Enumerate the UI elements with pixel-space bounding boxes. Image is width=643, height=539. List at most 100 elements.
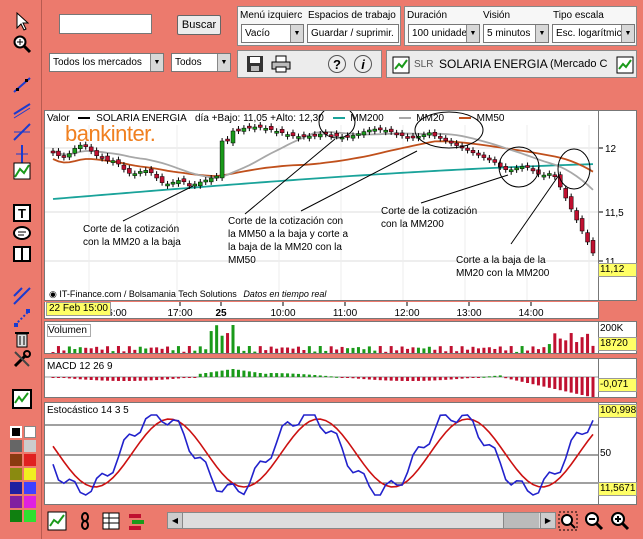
table-icon[interactable] <box>100 510 122 532</box>
markets-select[interactable]: Todos los mercados ▼ <box>49 53 164 72</box>
candle <box>132 173 138 176</box>
macd-bar <box>133 377 137 381</box>
stochastic-panel[interactable]: Estocástico 14 3 5 <box>44 402 599 505</box>
print-icon[interactable] <box>270 53 292 75</box>
scroll-left-button[interactable]: ◀ <box>168 513 183 528</box>
draw-line-tool-icon[interactable] <box>11 285 33 307</box>
zoom-tool-icon[interactable] <box>11 33 33 55</box>
volume-bar <box>493 348 497 353</box>
chevron-down-icon[interactable]: ▼ <box>290 25 303 42</box>
fibonacci-tool-icon[interactable] <box>11 160 33 182</box>
zoom-in-icon[interactable] <box>609 510 631 532</box>
zoom-out-icon[interactable] <box>583 510 605 532</box>
scale-select[interactable]: Esc. logarítmica ▼ <box>552 24 635 43</box>
color-swatch-yellow[interactable] <box>24 468 36 480</box>
mm200-line <box>52 163 594 200</box>
comment-tool-icon[interactable] <box>11 223 33 245</box>
candle <box>552 174 558 178</box>
color-swatch-gray[interactable] <box>10 440 22 452</box>
link-icon[interactable] <box>74 510 96 532</box>
candle <box>530 168 536 172</box>
horizontal-scrollbar[interactable]: ◀ ▶ <box>167 512 556 529</box>
color-swatch-red[interactable] <box>24 454 36 466</box>
color-swatch-green[interactable] <box>10 510 22 522</box>
candle <box>214 175 219 179</box>
volume-bar <box>471 346 475 353</box>
color-swatch-navy[interactable] <box>10 482 22 494</box>
candle <box>263 128 268 131</box>
stochastic-axis-label: 50 <box>600 448 612 459</box>
chevron-down-icon[interactable]: ▼ <box>217 54 230 71</box>
volume-bar <box>198 346 202 353</box>
color-swatch-blue[interactable] <box>24 482 36 494</box>
chevron-down-icon[interactable]: ▼ <box>150 54 163 71</box>
search-input[interactable] <box>59 14 152 34</box>
save-icon[interactable] <box>244 53 266 75</box>
volume-bar <box>526 350 530 353</box>
color-swatch-lightgray[interactable] <box>24 440 36 452</box>
vision-select[interactable]: 5 minutos ▼ <box>483 24 549 43</box>
volume-bar <box>569 333 573 353</box>
scroll-thumb[interactable] <box>503 513 539 528</box>
volume-bar <box>444 351 448 353</box>
fan-lines-tool-icon[interactable] <box>11 121 33 143</box>
candle <box>143 170 148 173</box>
trendline-tool-icon[interactable] <box>11 74 33 96</box>
chart-settings-icon[interactable] <box>46 510 68 532</box>
candle <box>476 152 481 156</box>
types-select[interactable]: Todos ▼ <box>171 53 231 72</box>
color-swatch-white[interactable] <box>24 426 36 438</box>
macd-panel[interactable]: MACD 12 26 9 <box>44 358 599 398</box>
info-icon[interactable]: i <box>352 53 374 75</box>
workspaces-select-value: Guardar / suprimir. <box>311 28 394 39</box>
parallel-lines-tool-icon[interactable] <box>11 98 33 120</box>
chevron-down-icon[interactable]: ▼ <box>535 25 548 42</box>
channel-tool-icon[interactable] <box>11 307 33 329</box>
candle <box>187 183 192 187</box>
columns-icon[interactable] <box>126 510 148 532</box>
volume-bar <box>226 333 230 353</box>
macd-bar <box>553 377 557 389</box>
price-chart-panel[interactable]: Valor SOLARIA ENERGIA día +Bajo: 11,05 +… <box>44 110 599 301</box>
candle <box>356 133 361 136</box>
candle <box>252 126 258 130</box>
book-icon[interactable] <box>11 243 33 265</box>
volume-bar <box>378 346 382 353</box>
pointer-tool-icon[interactable] <box>11 10 33 32</box>
tools-icon[interactable] <box>11 348 33 370</box>
volume-bar <box>487 347 491 353</box>
duration-select[interactable]: 100 unidades ▼ <box>408 24 480 43</box>
zoom-fit-icon[interactable] <box>557 510 579 532</box>
indicator-chart-icon[interactable] <box>11 388 33 410</box>
scroll-right-button[interactable]: ▶ <box>540 513 555 528</box>
macd-bar <box>433 377 437 381</box>
menu-label: Menú izquierc <box>240 10 303 21</box>
candle <box>110 160 116 163</box>
help-icon[interactable]: ? <box>326 53 348 75</box>
macd-bar <box>280 373 284 377</box>
volume-bar <box>515 351 519 353</box>
color-swatch-brown[interactable] <box>10 454 22 466</box>
volume-bar <box>411 347 415 353</box>
color-swatch-black[interactable] <box>10 426 22 438</box>
chevron-down-icon[interactable]: ▼ <box>621 25 634 42</box>
color-swatch-olive[interactable] <box>10 468 22 480</box>
menu-select[interactable]: Vacío ▼ <box>241 24 304 43</box>
color-swatch-magenta[interactable] <box>24 496 36 508</box>
chevron-down-icon[interactable]: ▼ <box>466 25 479 42</box>
volume-panel[interactable]: Volumen <box>44 321 599 354</box>
macd-title: MACD 12 26 9 <box>47 361 116 372</box>
workspaces-select[interactable]: Guardar / suprimir. <box>307 24 399 43</box>
macd-bar <box>56 377 60 378</box>
macd-bar <box>166 377 170 380</box>
color-swatch-lightgreen[interactable] <box>24 510 36 522</box>
chart-icon[interactable] <box>390 54 412 76</box>
color-swatch-purple[interactable] <box>10 496 22 508</box>
macd-bar <box>586 377 590 397</box>
menu-panel: Menú izquierc Espacios de trabajo Vacío … <box>237 6 401 46</box>
chart-icon[interactable] <box>614 54 636 76</box>
trash-icon[interactable] <box>11 328 33 350</box>
search-button[interactable]: Buscar <box>177 15 221 35</box>
macd-bar <box>455 377 459 380</box>
text-tool-icon[interactable]: T <box>11 202 33 224</box>
